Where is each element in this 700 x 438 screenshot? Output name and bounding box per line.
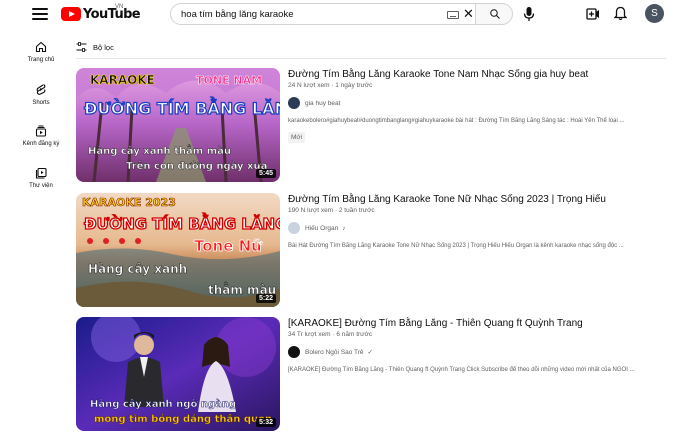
search-icon xyxy=(490,9,500,19)
home-icon xyxy=(35,41,47,53)
clear-search-icon[interactable]: ✕ xyxy=(463,7,474,21)
video-duration: 5:22 xyxy=(255,294,276,303)
thumb-karaoke-label: KARAOKE 2023 xyxy=(82,196,176,209)
thumb-lyric-1: Hàng cây xanh ngờ ngàng xyxy=(90,398,236,410)
masthead: YouTube VN ✕ S xyxy=(0,0,700,30)
thumb-lyric-2: Trên con đường ngày xưa xyxy=(126,160,267,172)
filter-icon xyxy=(76,42,87,52)
new-badge: Mới xyxy=(288,132,306,143)
video-title[interactable]: [KARAOKE] Đường Tím Bằng Lăng - Thiên Qu… xyxy=(288,317,668,330)
filter-label: Bộ lọc xyxy=(93,42,114,52)
youtube-logo[interactable]: YouTube xyxy=(61,6,141,22)
search-button[interactable] xyxy=(475,3,513,25)
sidebar-item-label: Thư viện xyxy=(29,183,53,189)
filter-button[interactable]: Bộ lọc xyxy=(76,42,114,52)
sidebar-item-label: Trang chủ xyxy=(27,57,55,63)
video-description: [KARAOKE] Đường Tím Bằng Lăng - Thiên Qu… xyxy=(288,367,635,373)
channel-link[interactable]: gia huy beat xyxy=(288,97,668,109)
library-icon xyxy=(35,167,47,179)
video-duration: 5:45 xyxy=(255,169,276,178)
video-title[interactable]: Đường Tím Bằng Lăng Karaoke Tone Nữ Nhạc… xyxy=(288,193,668,206)
shorts-icon xyxy=(36,84,46,95)
sidebar-item-library[interactable]: Thư viện xyxy=(14,167,68,189)
video-thumbnail[interactable]: KARAOKE TONE NAM ĐƯỜNG TÍM BẰNG LĂNG Hàn… xyxy=(76,68,280,182)
thumbnail-image: KARAOKE TONE NAM ĐƯỜNG TÍM BẰNG LĂNG Hàn… xyxy=(76,68,280,182)
verified-icon: ✓ xyxy=(367,349,373,356)
create-video-icon[interactable] xyxy=(586,8,600,20)
thumb-headline: ĐƯỜNG TÍM BẰNG LĂNG xyxy=(84,212,280,233)
thumb-headline: ĐƯỜNG TÍM BẰNG LĂNG xyxy=(84,97,280,118)
video-meta: 190 N lượt xem · 2 tuần trước xyxy=(288,207,375,214)
youtube-play-icon xyxy=(61,7,81,21)
video-thumbnail[interactable]: KARAOKE 2023 ĐƯỜNG TÍM BẰNG LĂNG Tone Nữ… xyxy=(76,193,280,307)
thumb-lyric-1: Hàng cây xanh thẳm màu xyxy=(88,143,231,157)
video-thumbnail[interactable]: Hàng cây xanh ngờ ngàng mong tìm bóng dá… xyxy=(76,317,280,431)
divider xyxy=(76,58,666,59)
logo-text: YouTube xyxy=(83,6,141,22)
thumbnail-image: KARAOKE 2023 ĐƯỜNG TÍM BẰNG LĂNG Tone Nữ… xyxy=(76,193,280,307)
channel-name[interactable]: Hiếu Organ xyxy=(305,225,338,232)
video-description: Bài Hát Đường Tím Bằng Lăng Karaoke Tone… xyxy=(288,243,624,249)
video-duration: 5:32 xyxy=(255,418,276,427)
thumb-lyric-2: mong tìm bóng dáng thân quen xyxy=(94,413,272,425)
keyboard-icon[interactable] xyxy=(447,11,459,19)
thumbnail-image: Hàng cây xanh ngờ ngàng mong tìm bóng dá… xyxy=(76,317,280,431)
sidebar-item-subscriptions[interactable]: Kênh đăng ký xyxy=(14,125,68,147)
account-avatar[interactable]: S xyxy=(645,4,664,23)
channel-avatar[interactable] xyxy=(288,346,300,358)
music-note-icon: ♪ xyxy=(342,224,346,232)
menu-icon[interactable] xyxy=(32,8,48,20)
notifications-icon[interactable] xyxy=(614,6,627,21)
sidebar-item-label: Shorts xyxy=(32,100,50,106)
video-meta: 34 Tr lượt xem · 6 năm trước xyxy=(288,331,373,338)
channel-avatar[interactable] xyxy=(288,222,300,234)
thumb-tone-label: Tone Nữ xyxy=(194,237,262,255)
sidebar-item-home[interactable]: Trang chủ xyxy=(14,41,68,63)
channel-link[interactable]: Bolero Ngôi Sao Trẻ ✓ xyxy=(288,346,668,358)
video-title[interactable]: Đường Tím Bằng Lăng Karaoke Tone Nam Nhạ… xyxy=(288,68,668,81)
subscriptions-icon xyxy=(35,125,47,137)
video-description: karaokebolero#giahuybeat#duongtimbanglan… xyxy=(288,118,625,124)
channel-name[interactable]: Bolero Ngôi Sao Trẻ xyxy=(305,349,364,356)
sidebar-item-label: Kênh đăng ký xyxy=(22,141,60,147)
video-meta: 24 N lượt xem · 1 ngày trước xyxy=(288,82,373,89)
sidebar-item-shorts[interactable]: Shorts xyxy=(14,83,68,106)
search-input[interactable] xyxy=(181,7,441,22)
thumb-lyric-1: Hàng cây xanh xyxy=(88,262,187,276)
search-box: ✕ xyxy=(170,3,475,25)
channel-avatar[interactable] xyxy=(288,97,300,109)
channel-name[interactable]: gia huy beat xyxy=(305,100,340,107)
country-code: VN xyxy=(115,4,124,10)
thumb-karaoke-label: KARAOKE xyxy=(90,73,155,87)
microphone-icon[interactable] xyxy=(522,6,536,22)
thumb-tone-label: TONE NAM xyxy=(196,74,262,87)
channel-link[interactable]: Hiếu Organ ♪ xyxy=(288,222,668,234)
